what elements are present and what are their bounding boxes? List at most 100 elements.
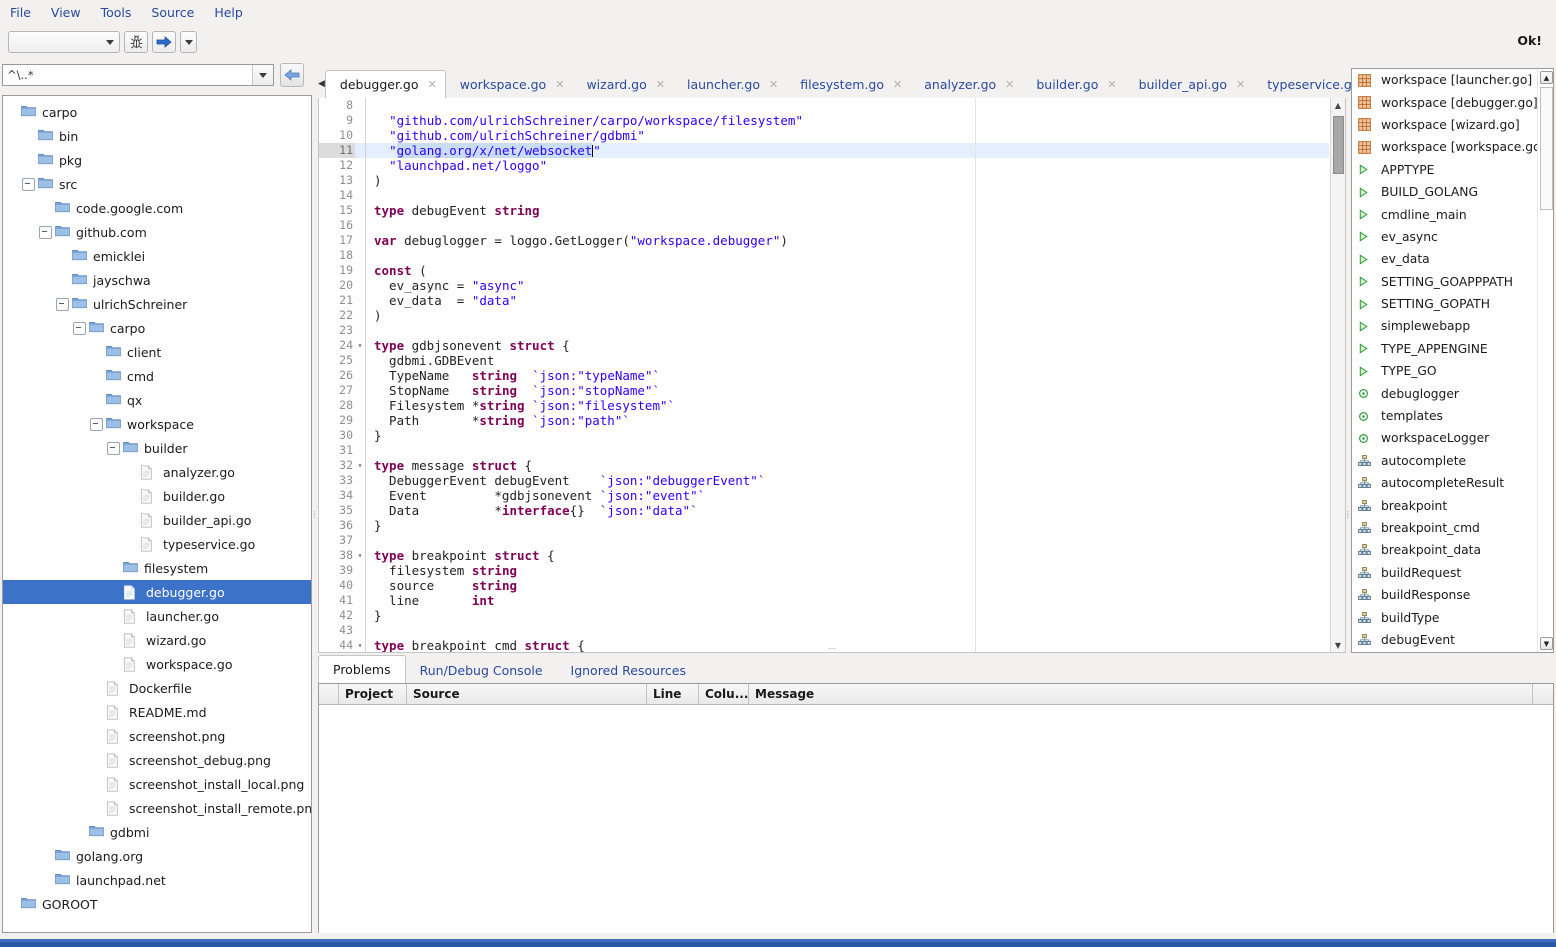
code-line[interactable]: 37 — [319, 533, 1329, 548]
outline-item[interactable]: workspace [workspace.go] — [1352, 136, 1553, 158]
tree-item[interactable]: src — [3, 172, 311, 196]
close-icon[interactable]: ✕ — [893, 78, 902, 91]
code-line[interactable]: 42} — [319, 608, 1329, 623]
code-line[interactable]: 8 — [319, 98, 1329, 113]
code-line[interactable]: 21 ev_data = "data" — [319, 293, 1329, 308]
editor-tab[interactable]: builder.go ✕ — [1022, 70, 1124, 98]
tree-item[interactable]: analyzer.go — [3, 460, 311, 484]
editor-tab[interactable]: launcher.go ✕ — [673, 70, 786, 98]
chevron-left-icon[interactable]: ◀ — [318, 70, 325, 98]
table-body[interactable] — [319, 705, 1553, 933]
tree-item[interactable]: GOROOT — [3, 892, 311, 916]
editor-tab[interactable]: wizard.go ✕ — [572, 70, 673, 98]
tree-item[interactable]: workspace.go — [3, 652, 311, 676]
scroll-up-icon[interactable]: ▲ — [1331, 98, 1345, 112]
outline-item[interactable]: cmdline_main — [1352, 203, 1553, 225]
tree-item[interactable]: carpo — [3, 316, 311, 340]
table-column-header[interactable]: Source — [407, 684, 647, 704]
outline-item[interactable]: workspace [wizard.go] — [1352, 114, 1553, 136]
close-icon[interactable]: ✕ — [769, 78, 778, 91]
tree-item[interactable]: builder_api.go — [3, 508, 311, 532]
close-icon[interactable]: ✕ — [555, 78, 564, 91]
close-icon[interactable]: ✕ — [656, 78, 665, 91]
collapse-toggle-icon[interactable] — [73, 321, 86, 335]
code-line[interactable]: 9 "github.com/ulrichSchreiner/carpo/work… — [319, 113, 1329, 128]
tree-item[interactable]: cmd — [3, 364, 311, 388]
editor-tab[interactable]: filesystem.go ✕ — [786, 70, 910, 98]
code-line[interactable]: 41 line int — [319, 593, 1329, 608]
tree-item[interactable]: filesystem — [3, 556, 311, 580]
code-line[interactable]: 26 TypeName string `json:"typeName"` — [319, 368, 1329, 383]
outline-item[interactable]: ev_async — [1352, 226, 1553, 248]
tree-item[interactable]: bin — [3, 124, 311, 148]
outline-item[interactable]: debuglogger — [1352, 382, 1553, 404]
editor-tab[interactable]: typeservice.g — [1253, 70, 1360, 98]
tree-item[interactable]: client — [3, 340, 311, 364]
outline-item[interactable]: templates — [1352, 405, 1553, 427]
tree-item[interactable]: Dockerfile — [3, 676, 311, 700]
tree-item[interactable]: workspace — [3, 412, 311, 436]
fold-toggle-icon[interactable]: ▾ — [355, 458, 365, 473]
code-line[interactable]: 12 "launchpad.net/loggo" — [319, 158, 1329, 173]
code-line[interactable]: 16 — [319, 218, 1329, 233]
tree-item[interactable]: emicklei — [3, 244, 311, 268]
table-column-header[interactable]: Line — [647, 684, 699, 704]
outline-item[interactable]: autocomplete — [1352, 450, 1553, 472]
outline-item[interactable]: breakpoint_data — [1352, 539, 1553, 561]
outline-scrollbar[interactable]: ▲ ▼ — [1537, 69, 1553, 652]
outline-item[interactable]: TYPE_GO — [1352, 360, 1553, 382]
outline-item[interactable]: autocompleteResult — [1352, 472, 1553, 494]
outline-item[interactable]: BUILD_GOLANG — [1352, 181, 1553, 203]
scroll-up-icon[interactable]: ▲ — [1540, 71, 1553, 84]
code-line[interactable]: 24 ▾ type gdbjsonevent struct { — [319, 338, 1329, 353]
table-column-header[interactable]: Colu... — [699, 684, 749, 704]
menu-item-file[interactable]: File — [10, 5, 31, 20]
code-line[interactable]: 30} — [319, 428, 1329, 443]
tree-item-selected[interactable]: debugger.go — [3, 580, 311, 604]
code-line[interactable]: 19 const ( — [319, 263, 1329, 278]
table-column-header[interactable]: Message — [749, 684, 1533, 704]
tree-item[interactable]: ulrichSchreiner — [3, 292, 311, 316]
tree-item[interactable]: qx — [3, 388, 311, 412]
code-line[interactable]: 36} — [319, 518, 1329, 533]
tree-item[interactable]: pkg — [3, 148, 311, 172]
table-column-header[interactable]: Project — [339, 684, 407, 704]
code-lines[interactable]: 89 "github.com/ulrichSchreiner/carpo/wor… — [319, 98, 1329, 652]
editor-tab-active[interactable]: debugger.go ✕ — [324, 70, 446, 99]
editor-tab[interactable]: builder_api.go ✕ — [1125, 70, 1254, 98]
editor-tab[interactable]: workspace.go ✕ — [446, 70, 573, 98]
outline-item[interactable]: APPTYPE — [1352, 159, 1553, 181]
menu-item-source[interactable]: Source — [151, 5, 194, 20]
bottom-tab-active[interactable]: Problems — [318, 655, 406, 684]
close-icon[interactable]: ✕ — [428, 78, 437, 91]
run-button[interactable] — [152, 31, 176, 53]
launch-config-combo[interactable] — [8, 31, 120, 53]
bottom-tab[interactable]: Ignored Resources — [557, 657, 701, 683]
tree-item[interactable]: code.google.com — [3, 196, 311, 220]
outline-item[interactable]: buildRequest — [1352, 562, 1553, 584]
code-line[interactable]: 32 ▾ type message struct { — [319, 458, 1329, 473]
code-line[interactable]: 40 source string — [319, 578, 1329, 593]
fold-toggle-icon[interactable]: ▾ — [355, 548, 365, 563]
code-line[interactable]: 10 "github.com/ulrichSchreiner/gdbmi" — [319, 128, 1329, 143]
close-icon[interactable]: ✕ — [1236, 78, 1245, 91]
tree-item[interactable]: launchpad.net — [3, 868, 311, 892]
code-view[interactable]: 89 "github.com/ulrichSchreiner/carpo/wor… — [319, 98, 1329, 652]
tree-item[interactable]: builder.go — [3, 484, 311, 508]
code-line[interactable]: 17 var debuglogger = loggo.GetLogger("wor… — [319, 233, 1329, 248]
outline-item[interactable]: ev_data — [1352, 248, 1553, 270]
outline-item[interactable]: buildResponse — [1352, 584, 1553, 606]
code-line[interactable]: 39 filesystem string — [319, 563, 1329, 578]
tree-item[interactable]: github.com — [3, 220, 311, 244]
collapse-toggle-icon[interactable] — [107, 441, 120, 455]
tree-item[interactable]: screenshot_debug.png — [3, 748, 311, 772]
outline-view[interactable]: workspace [launcher.go] workspace [debugg… — [1351, 68, 1554, 653]
outline-item[interactable]: buildType — [1352, 606, 1553, 628]
editor-body[interactable]: 89 "github.com/ulrichSchreiner/carpo/wor… — [318, 98, 1346, 653]
editor-bottom-splitter[interactable]: ⋯ — [318, 644, 1346, 653]
filter-dropdown-button[interactable] — [252, 65, 273, 85]
outline-item[interactable]: SETTING_GOPATH — [1352, 293, 1553, 315]
scrollbar-thumb[interactable] — [1540, 87, 1553, 210]
collapse-toggle-icon[interactable] — [39, 225, 52, 239]
code-line[interactable]: 34 Event *gdbjsonevent `json:"event"` — [319, 488, 1329, 503]
